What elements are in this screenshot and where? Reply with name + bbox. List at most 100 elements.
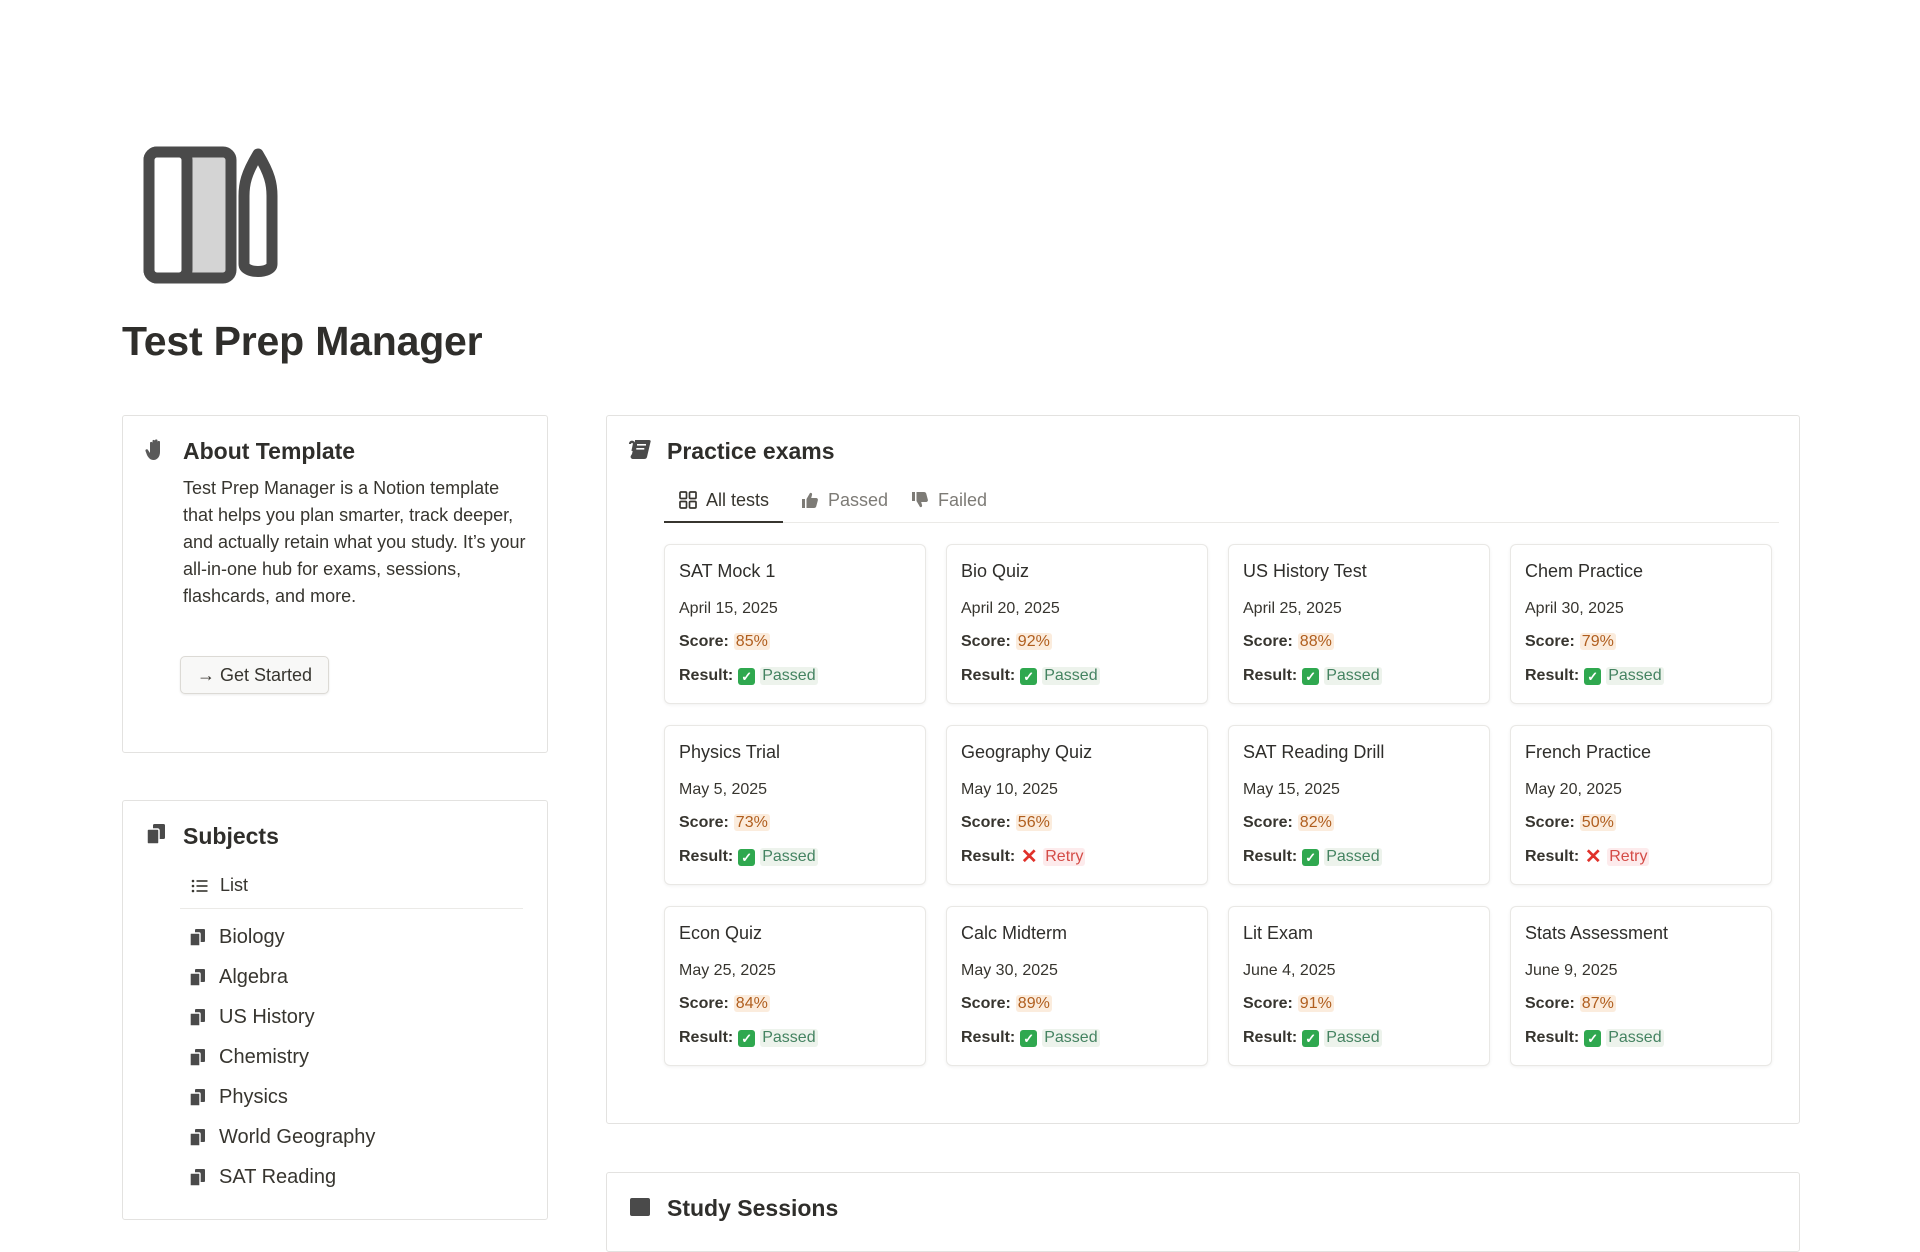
score-label: Score: (961, 995, 1011, 1012)
subject-item[interactable]: Biology (187, 926, 285, 949)
exam-card-score: Score: 79% (1525, 633, 1616, 651)
result-label: Result: (1243, 1029, 1298, 1046)
exam-card[interactable]: SAT Mock 1 April 15, 2025 Score: 85% Result:… (664, 544, 926, 704)
score-value: 82% (1297, 814, 1334, 831)
result-value: Passed (760, 667, 818, 685)
subject-item[interactable]: World Geography (187, 1126, 375, 1149)
exam-card-score: Score: 84% (679, 995, 770, 1013)
exam-card[interactable]: Stats Assessment June 9, 2025 Score: 87% Res… (1510, 906, 1772, 1066)
subject-item-label: World Geography (219, 1126, 376, 1148)
exam-card-result: Result: ✕ Retry (961, 846, 1086, 868)
exam-card[interactable]: Calc Midterm May 30, 2025 Score: 89% Result:… (946, 906, 1208, 1066)
exam-card[interactable]: French Practice May 20, 2025 Score: 50% Resu… (1510, 725, 1772, 885)
score-label: Score: (1243, 633, 1293, 650)
about-description: Test Prep Manager is a Notion template t… (183, 478, 526, 606)
exam-card-date: April 25, 2025 (1243, 600, 1342, 617)
score-value: 85% (733, 633, 770, 650)
score-label: Score: (1243, 814, 1293, 831)
page-icon-small (189, 1168, 205, 1187)
exam-card-score: Score: 85% (679, 633, 770, 651)
exam-card-result: Result: ✓ Passed (1525, 1029, 1664, 1047)
score-value: 89% (1015, 995, 1052, 1012)
exam-card[interactable]: Lit Exam June 4, 2025 Score: 91% Result: ✓ Pas… (1228, 906, 1490, 1066)
result-value: Passed (1324, 848, 1382, 866)
subject-item[interactable]: Chemistry (187, 1046, 309, 1069)
result-value: Passed (760, 1029, 818, 1047)
result-value: Retry (1043, 848, 1086, 866)
exam-card-score: Score: 82% (1243, 814, 1334, 832)
subject-item[interactable]: SAT Reading (187, 1166, 336, 1189)
score-value: 73% (733, 814, 770, 831)
score-value: 92% (1015, 633, 1052, 650)
exam-card[interactable]: Bio Quiz April 20, 2025 Score: 92% Result: ✓ P… (946, 544, 1208, 704)
score-label: Score: (679, 633, 729, 650)
exam-card-date: April 30, 2025 (1525, 600, 1624, 617)
calendar-icon (630, 1198, 650, 1216)
study-sessions-title: Study Sessions (667, 1195, 839, 1221)
tab-passed[interactable]: Passed (800, 478, 888, 522)
cross-mark-icon: ✕ (1020, 846, 1038, 868)
subject-item-label: Biology (219, 926, 285, 948)
exam-card[interactable]: SAT Reading Drill May 15, 2025 Score: 82% Re… (1228, 725, 1490, 885)
scroll-icon (628, 440, 651, 459)
study-sessions-callout: Study Sessions (606, 1172, 1800, 1252)
subject-item-label: Algebra (219, 966, 288, 988)
check-mark-icon: ✓ (1584, 1029, 1602, 1047)
check-mark-icon: ✓ (1020, 1029, 1038, 1047)
list-icon (191, 879, 208, 892)
subject-item[interactable]: Algebra (187, 966, 288, 989)
exam-card[interactable]: Physics Trial May 5, 2025 Score: 73% Result:… (664, 725, 926, 885)
exam-card-result: Result: ✓ Passed (1243, 1029, 1382, 1047)
tab-failed[interactable]: Failed (910, 478, 987, 522)
exam-card-score: Score: 91% (1243, 995, 1334, 1013)
subject-item[interactable]: Physics (187, 1086, 288, 1109)
list-view-tab[interactable]: List (180, 863, 523, 909)
result-label: Result: (1243, 848, 1298, 865)
subject-item-label: Physics (219, 1086, 288, 1108)
exam-card-result: Result: ✓ Passed (961, 667, 1100, 685)
tab-passed-label: Passed (828, 489, 889, 510)
score-value: 84% (733, 995, 770, 1012)
exam-card-title: SAT Reading Drill (1243, 742, 1385, 762)
exam-card-score: Score: 50% (1525, 814, 1616, 832)
score-value: 50% (1579, 814, 1616, 831)
score-label: Score: (1525, 633, 1575, 650)
check-mark-icon: ✓ (738, 1029, 756, 1047)
exam-card-title: Chem Practice (1525, 561, 1644, 581)
exam-card-result: Result: ✓ Passed (679, 1029, 818, 1047)
result-label: Result: (961, 848, 1016, 865)
exam-card-score: Score: 73% (679, 814, 770, 832)
exam-card[interactable]: US History Test April 25, 2025 Score: 88% Re… (1228, 544, 1490, 704)
exam-card-title: SAT Mock 1 (679, 561, 776, 581)
exam-card[interactable]: Econ Quiz May 25, 2025 Score: 84% Result: ✓ Pa… (664, 906, 926, 1066)
get-started-button[interactable]: → Get Started (180, 656, 330, 694)
exam-card-date: May 10, 2025 (961, 781, 1058, 798)
result-label: Result: (1525, 848, 1580, 865)
page-icon-small (189, 1128, 205, 1147)
exam-card-result: Result: ✓ Passed (679, 667, 818, 685)
check-mark-icon: ✓ (1020, 667, 1038, 685)
result-label: Result: (679, 1029, 734, 1046)
page-icon-small (189, 928, 205, 947)
exam-card[interactable]: Geography Quiz May 10, 2025 Score: 56% Resul… (946, 725, 1208, 885)
exam-card[interactable]: Chem Practice April 30, 2025 Score: 79% Resu… (1510, 544, 1772, 704)
result-label: Result: (961, 667, 1016, 684)
exam-card-result: Result: ✓ Passed (1525, 667, 1664, 685)
result-label: Result: (961, 1029, 1016, 1046)
score-label: Score: (1243, 995, 1293, 1012)
exam-card-result: Result: ✓ Passed (961, 1029, 1100, 1047)
notebook-pencil-icon (143, 146, 278, 284)
exam-card-result: Result: ✓ Passed (679, 848, 818, 866)
exam-card-result: Result: ✓ Passed (1243, 667, 1382, 685)
score-value: 87% (1579, 995, 1616, 1012)
result-value: Retry (1607, 848, 1650, 866)
tab-all-tests[interactable]: All tests (663, 478, 784, 523)
subject-item[interactable]: US History (187, 1006, 315, 1029)
practice-exams-title: Practice exams (667, 438, 835, 464)
pages-icon (146, 824, 165, 845)
score-value: 91% (1297, 995, 1334, 1012)
result-value: Passed (1606, 1029, 1664, 1047)
subjects-callout: Subjects List Biology Algebra US History Ch… (122, 800, 548, 1220)
exam-card-result: Result: ✕ Retry (1525, 847, 1650, 867)
practice-exams-callout: Practice exams All tests Passed Failed S… (606, 415, 1800, 1124)
